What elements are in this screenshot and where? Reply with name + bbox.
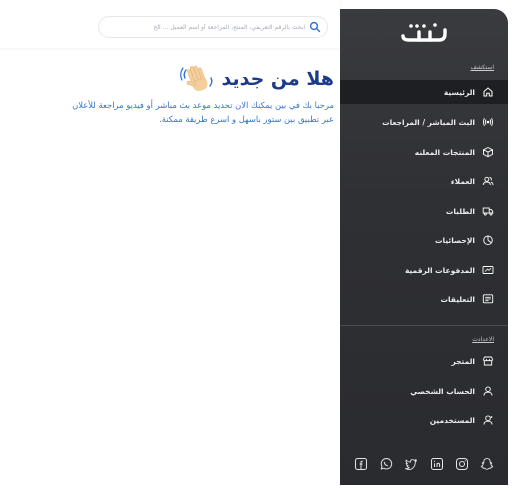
sidebar-item-store[interactable]: المتجر [340,349,508,373]
user-icon [482,385,494,397]
sidebar: استكشف الرئيسية البث المباشر / المراجعات… [340,9,508,485]
explore-section-label: استكشف [470,64,494,71]
broadcast-icon [482,116,494,128]
sidebar-item-label: الطلبات [445,206,475,216]
settings-section-label: الاعدادت [472,336,494,343]
sidebar-divider [340,325,508,326]
sidebar-item-statistics[interactable]: الإحصائيات [340,228,508,252]
user-group-icon [482,414,494,426]
sidebar-item-label: المتجر [451,356,475,366]
sidebar-item-label: الإحصائيات [435,235,475,245]
home-icon [482,86,494,98]
welcome-title-row: هلا من جديد [0,62,334,96]
welcome-line-2: عبر تطبيق بين ستور باسهل و اسرع طريقة مم… [159,114,334,124]
sidebar-item-label: التعليقات [440,294,475,304]
search-box[interactable] [98,16,328,38]
waving-hand-icon [179,62,216,96]
welcome-title: هلا من جديد [221,68,334,90]
sidebar-item-orders[interactable]: الطلبات [340,199,508,223]
sidebar-item-label: المستخدمين [429,415,475,425]
comments-icon [482,293,494,305]
sidebar-item-label: المدفوعات الرقمية [404,265,475,275]
sidebar-item-home[interactable]: الرئيسية [340,80,508,104]
pie-chart-icon [482,234,494,246]
sidebar-item-users[interactable]: المستخدمين [340,408,508,432]
twitter-icon[interactable] [404,457,418,471]
search-input[interactable] [105,23,305,31]
sidebar-item-live-reviews[interactable]: البث المباشر / المراجعات [340,110,508,134]
box-icon [482,146,494,158]
sidebar-item-comments[interactable]: التعليقات [340,287,508,311]
sidebar-item-label: البث المباشر / المراجعات [382,117,475,127]
sidebar-item-label: الحساب الشخصي [410,386,475,396]
whatsapp-icon[interactable] [379,457,393,471]
sidebar-item-label: الرئيسية [443,87,475,97]
sidebar-item-payments[interactable]: المدفوعات الرقمية [340,258,508,282]
store-icon [482,355,494,367]
payment-icon [482,264,494,276]
search-icon[interactable] [309,21,321,33]
sidebar-item-label: المنتجات المعلنه [414,147,475,157]
sidebar-item-products[interactable]: المنتجات المعلنه [340,140,508,164]
welcome-line-1: مرحبا بك في بين يمكنك الان تحديد موعد بث… [72,100,334,110]
social-links [354,456,494,472]
welcome-section: هلا من جديد مرحبا بك في بين يمكنك الان ت… [0,62,338,126]
logo[interactable] [340,19,508,45]
instagram-icon[interactable] [455,457,469,471]
truck-icon [482,205,494,217]
users-icon [482,175,494,187]
linkedin-icon[interactable] [430,457,444,471]
top-bar [0,0,340,48]
sidebar-item-profile[interactable]: الحساب الشخصي [340,379,508,403]
sidebar-item-label: العملاء [450,176,475,186]
facebook-icon[interactable] [354,457,368,471]
snapchat-icon[interactable] [480,457,494,471]
sidebar-item-customers[interactable]: العملاء [340,169,508,193]
